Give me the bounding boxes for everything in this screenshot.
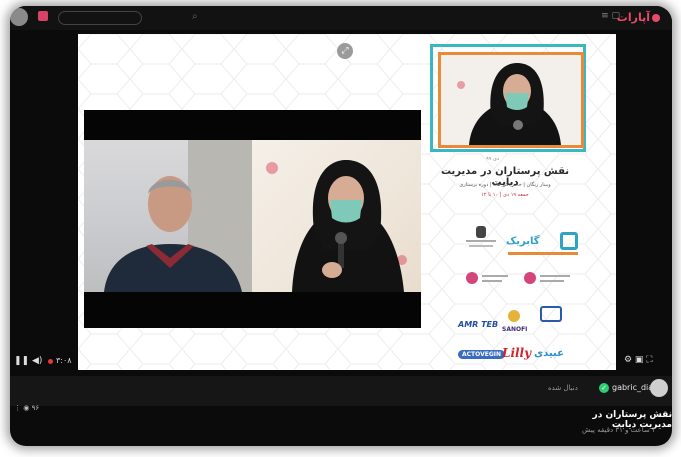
user-avatar[interactable] [10,8,28,26]
view-count: ⋮ ◉ ۹۶ [14,404,40,412]
settings-fullscreen-icons[interactable]: ⚙ ▣ ⛶ [624,355,653,365]
sponsor-abidi: عبیدی [534,348,564,359]
verified-icon: ✓ [599,383,609,393]
search-icon[interactable]: ⌕ [192,11,198,22]
speaker-camera-left [84,140,252,292]
live-indicator-icon [48,359,53,364]
slide-panel: دی ۹۹ نقش پرستاران در مدیریت دیابت وبینا… [430,44,610,364]
upload-button[interactable] [58,11,142,25]
novo-nordisk-logo [540,306,562,322]
playback-time: ۳:۰۸ [56,356,72,365]
sponsor-amrteb: AMR TEB [458,320,499,329]
association-logos [458,270,588,290]
video-meta: ۳ ساعت و ۳۱ دقیقه پیش [582,426,656,434]
ministry-emblem-logo [466,226,496,256]
expand-icon[interactable]: ⤢ [337,43,353,59]
top-bar: ⌕ ≡ ▢ آپارات [10,6,672,30]
volume-icon[interactable]: ❚❚ ◀) [14,356,42,366]
logo-mark-icon [652,14,660,22]
slide-subtitle: وبینار زنگان | خانم دکتر مانا | دوره پرس… [459,182,551,188]
woman-speaker-figure [266,160,407,292]
sanofi-mark-icon [508,310,520,322]
sponsor-sanofi: SANOFI [502,326,528,333]
screen-frame: ⌕ ≡ ▢ آپارات ⤢ دی ۹۹ نقش پرستاران در مدی… [10,6,672,446]
conference-video [84,110,421,328]
sponsor-actovegin: ACTOVEGIN [458,350,505,359]
pip-speaker-figure [457,63,561,145]
speaker-camera-right [252,140,421,292]
channel-name[interactable]: gabric_dia [612,383,653,392]
channel-avatar[interactable] [650,379,668,397]
follow-status[interactable]: دنبال شده [548,384,578,392]
notification-icon[interactable] [38,11,48,21]
sponsor-lilly: Lilly [502,346,532,360]
video-player[interactable]: ⤢ دی ۹۹ نقش پرستاران در مدیریت دیابت وبی… [78,34,616,370]
site-logo[interactable]: آپارات [617,11,650,24]
man-speaker-figure [104,140,252,292]
slide-date: دی ۹۹ [486,156,500,162]
view-count-value: ۹۶ [31,404,40,412]
pip-video [438,52,584,148]
slide-schedule: جمعه ۱۹ دی | ۱۰ تا ۱۲ [481,192,529,198]
gabric-logo: گابریک [502,230,582,258]
